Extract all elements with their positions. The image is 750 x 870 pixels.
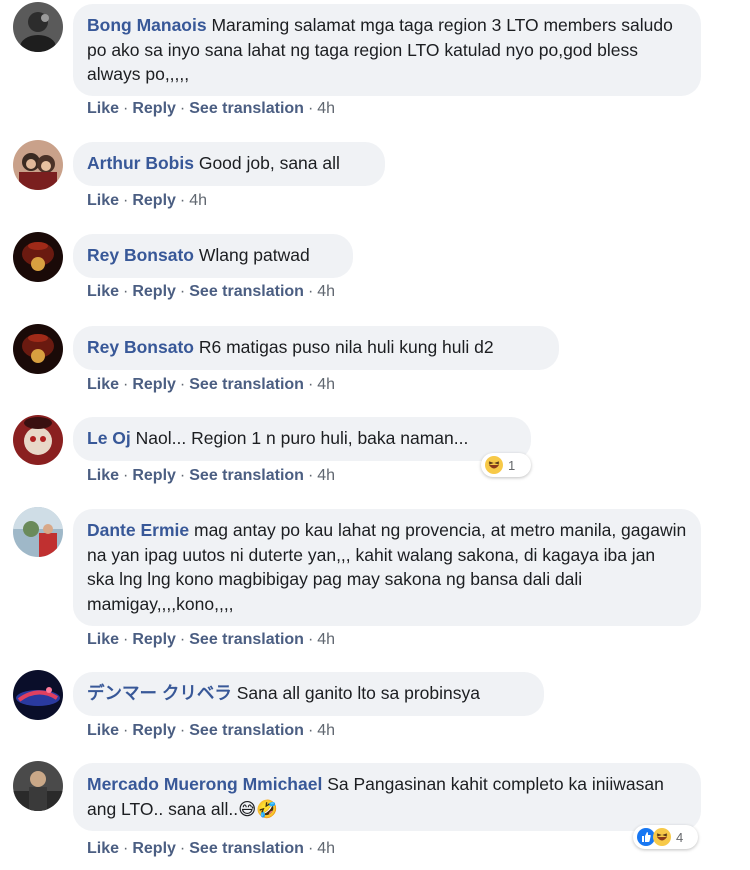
reply-link[interactable]: Reply <box>132 192 176 209</box>
like-link[interactable]: Like <box>87 192 119 209</box>
separator: · <box>179 722 186 739</box>
separator: · <box>307 467 314 484</box>
comment-timestamp[interactable]: 4h <box>317 283 335 300</box>
like-link[interactable]: Like <box>87 376 119 393</box>
separator: · <box>123 631 129 648</box>
comment-bubble: Rey Bonsato Wlang patwad <box>73 234 353 278</box>
reply-link[interactable]: Reply <box>132 467 176 484</box>
avatar[interactable] <box>13 507 63 557</box>
see-translation-link[interactable]: See translation <box>189 283 304 300</box>
see-translation-link[interactable]: See translation <box>189 467 304 484</box>
comment-bubble: Rey Bonsato R6 matigas puso nila huli ku… <box>73 326 559 370</box>
comment-bubble: Mercado Muerong Mmichael Sa Pangasinan k… <box>73 763 701 831</box>
separator: · <box>307 283 314 300</box>
avatar[interactable] <box>13 2 63 52</box>
comment-bubble: Arthur Bobis Good job, sana all <box>73 142 385 186</box>
comment-author[interactable]: Rey Bonsato <box>87 245 194 265</box>
comment-actions: Like · Reply · See translation · 4h <box>87 467 335 485</box>
avatar[interactable] <box>13 232 63 282</box>
separator: · <box>123 100 129 117</box>
comment-actions: Like · Reply · See translation · 4h <box>87 376 335 394</box>
separator: · <box>179 631 186 648</box>
like-link[interactable]: Like <box>87 631 119 648</box>
avatar[interactable] <box>13 761 63 811</box>
reply-link[interactable]: Reply <box>132 283 176 300</box>
separator: · <box>123 283 129 300</box>
separator: · <box>179 376 186 393</box>
separator: · <box>123 192 129 209</box>
comment-timestamp[interactable]: 4h <box>317 376 335 393</box>
separator: · <box>307 631 314 648</box>
separator: · <box>307 722 314 739</box>
comment-bubble: Le Oj Naol... Region 1 n puro huli, baka… <box>73 417 531 461</box>
comment-timestamp[interactable]: 4h <box>317 722 335 739</box>
like-link[interactable]: Like <box>87 722 119 739</box>
comment-author[interactable]: Arthur Bobis <box>87 153 194 173</box>
haha-reaction-icon <box>653 828 671 846</box>
see-translation-link[interactable]: See translation <box>189 100 304 117</box>
avatar[interactable] <box>13 140 63 190</box>
comment-text: Wlang patwad <box>198 245 310 265</box>
separator: · <box>307 376 314 393</box>
comment-actions: Like · Reply · See translation · 4h <box>87 840 335 858</box>
comment-actions: Like · Reply · See translation · 4h <box>87 631 335 649</box>
comment-author[interactable]: Le Oj <box>87 428 131 448</box>
comment-timestamp[interactable]: 4h <box>317 100 335 117</box>
separator: · <box>307 840 314 857</box>
reaction-summary[interactable]: 4 <box>633 825 698 849</box>
like-link[interactable]: Like <box>87 100 119 117</box>
reply-link[interactable]: Reply <box>132 631 176 648</box>
reaction-count: 4 <box>676 829 684 845</box>
haha-reaction-icon <box>485 456 503 474</box>
avatar[interactable] <box>13 670 63 720</box>
reply-link[interactable]: Reply <box>132 100 176 117</box>
see-translation-link[interactable]: See translation <box>189 722 304 739</box>
comment-timestamp[interactable]: 4h <box>317 631 335 648</box>
comment-bubble: Bong Manaois Maraming salamat mga taga r… <box>73 4 701 96</box>
separator: · <box>123 722 129 739</box>
separator: · <box>179 467 186 484</box>
avatar[interactable] <box>13 415 63 465</box>
see-translation-link[interactable]: See translation <box>189 840 304 857</box>
comment-actions: Like · Reply · See translation · 4h <box>87 722 335 740</box>
comment-text: Sana all ganito lto sa probinsya <box>236 683 480 703</box>
reaction-count: 1 <box>508 457 516 473</box>
separator: · <box>123 840 129 857</box>
reply-link[interactable]: Reply <box>132 840 176 857</box>
like-link[interactable]: Like <box>87 283 119 300</box>
reply-link[interactable]: Reply <box>132 376 176 393</box>
comment-actions: Like · Reply · See translation · 4h <box>87 283 335 301</box>
separator: · <box>179 283 186 300</box>
separator: · <box>179 840 186 857</box>
separator: · <box>123 467 129 484</box>
comment-bubble: Dante Ermie mag antay po kau lahat ng pr… <box>73 509 701 626</box>
like-link[interactable]: Like <box>87 467 119 484</box>
comment-timestamp[interactable]: 4h <box>189 192 207 209</box>
comment-bubble: デンマー クリベラ Sana all ganito lto sa probins… <box>73 672 544 716</box>
comment-text: Good job, sana all <box>198 153 340 173</box>
see-translation-link[interactable]: See translation <box>189 631 304 648</box>
separator: · <box>179 192 186 209</box>
comment-author[interactable]: デンマー クリベラ <box>87 683 232 703</box>
separator: · <box>123 376 129 393</box>
comment-author[interactable]: Rey Bonsato <box>87 337 194 357</box>
comment-actions: Like · Reply · 4h <box>87 192 207 210</box>
reaction-summary[interactable]: 1 <box>481 453 531 477</box>
comment-timestamp[interactable]: 4h <box>317 467 335 484</box>
comment-actions: Like · Reply · See translation · 4h <box>87 100 335 118</box>
comment-text: Naol... Region 1 n puro huli, baka naman… <box>135 428 469 448</box>
comment-author[interactable]: Bong Manaois <box>87 15 207 35</box>
see-translation-link[interactable]: See translation <box>189 376 304 393</box>
comment-timestamp[interactable]: 4h <box>317 840 335 857</box>
like-link[interactable]: Like <box>87 840 119 857</box>
reply-link[interactable]: Reply <box>132 722 176 739</box>
comment-text: R6 matigas puso nila huli kung huli d2 <box>198 337 494 357</box>
comment-author[interactable]: Mercado Muerong Mmichael <box>87 774 322 794</box>
comment-author[interactable]: Dante Ermie <box>87 520 189 540</box>
avatar[interactable] <box>13 324 63 374</box>
separator: · <box>307 100 314 117</box>
separator: · <box>179 100 186 117</box>
